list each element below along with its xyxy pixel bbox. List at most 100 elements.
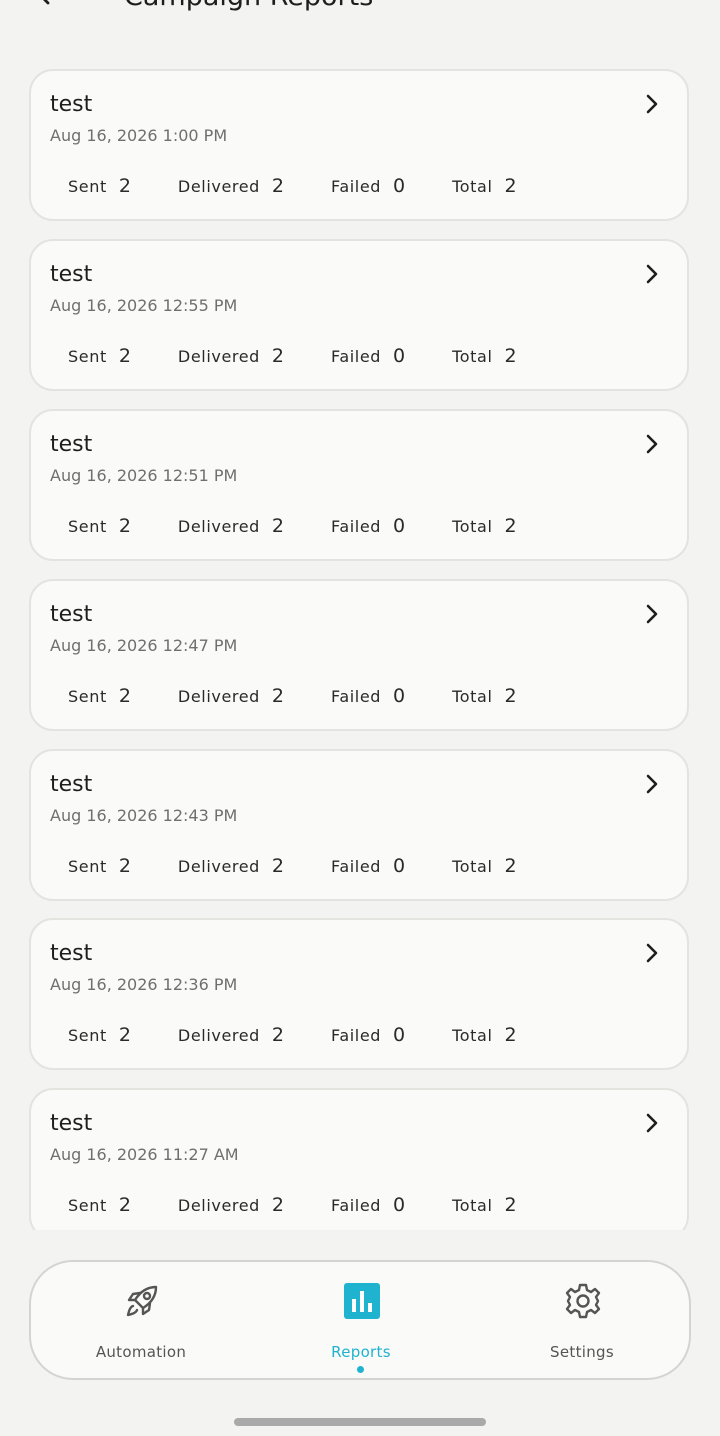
stat-label: Sent — [68, 1025, 107, 1045]
stat-label: Failed — [331, 1195, 382, 1215]
stat-label: Failed — [331, 176, 382, 196]
chevron-right-icon — [646, 1113, 658, 1133]
stat-failed: Failed 0 — [331, 515, 405, 537]
stat-label: Delivered — [177, 346, 260, 366]
stat-value: 2 — [504, 685, 517, 707]
stat-sent: Sent 2 — [68, 175, 131, 197]
stat-sent: Sent 2 — [68, 1024, 131, 1046]
stat-value: 0 — [393, 1024, 406, 1046]
nav-label: Settings — [550, 1343, 614, 1361]
stat-value: 2 — [118, 345, 131, 367]
report-list[interactable]: test Aug 16, 2026 1:00 PM Sent 2 Delivere… — [0, 0, 720, 1230]
report-card[interactable]: test Aug 16, 2026 12:47 PM Sent 2 Deliver… — [29, 579, 689, 731]
stat-value: 2 — [271, 685, 285, 707]
stat-value: 2 — [504, 1024, 517, 1046]
chevron-right-icon — [646, 604, 658, 624]
nav-label: Reports — [331, 1343, 391, 1361]
stat-value: 2 — [504, 345, 517, 367]
stat-delivered: Delivered 2 — [178, 1024, 284, 1046]
stat-sent: Sent 2 — [68, 515, 131, 537]
stat-label: Sent — [68, 176, 107, 196]
report-date: Aug 16, 2026 12:55 PM — [50, 296, 238, 315]
report-date: Aug 16, 2026 12:43 PM — [50, 806, 238, 825]
stat-sent: Sent 2 — [68, 1194, 131, 1216]
stat-delivered: Delivered 2 — [178, 515, 284, 537]
stat-value: 0 — [393, 175, 406, 197]
chevron-right-icon — [646, 264, 658, 284]
report-title: test — [50, 941, 93, 966]
report-card[interactable]: test Aug 16, 2026 12:36 PM Sent 2 Deliver… — [29, 918, 689, 1070]
stat-value: 2 — [118, 175, 131, 197]
active-indicator-dot — [357, 1366, 364, 1373]
stat-label: Delivered — [177, 1025, 260, 1045]
stat-total: Total 2 — [452, 1194, 516, 1216]
stat-value: 2 — [118, 685, 131, 707]
report-date: Aug 16, 2026 12:36 PM — [50, 975, 238, 994]
nav-label: Automation — [95, 1343, 187, 1361]
stat-value: 2 — [504, 855, 517, 877]
report-date: Aug 16, 2026 12:51 PM — [50, 466, 238, 485]
stat-value: 2 — [504, 515, 517, 537]
stat-label: Sent — [68, 516, 107, 536]
report-card[interactable]: test Aug 16, 2026 12:43 PM Sent 2 Deliver… — [29, 749, 689, 901]
nav-item-automation[interactable]: Automation — [31, 1262, 251, 1378]
stat-sent: Sent 2 — [68, 685, 131, 707]
stat-value: 2 — [271, 175, 285, 197]
stat-value: 2 — [271, 1194, 285, 1216]
report-card[interactable]: test Aug 16, 2026 11:27 AM Sent 2 Deliver… — [29, 1088, 689, 1230]
report-date: Aug 16, 2026 11:27 AM — [50, 1145, 239, 1164]
stat-failed: Failed 0 — [331, 1194, 405, 1216]
stat-value: 0 — [393, 855, 406, 877]
report-title: test — [50, 602, 93, 627]
stat-label: Delivered — [177, 686, 260, 706]
report-title: test — [50, 772, 93, 797]
nav-item-settings[interactable]: Settings — [472, 1262, 692, 1378]
stat-label: Failed — [331, 346, 382, 366]
stat-label: Total — [452, 516, 493, 536]
chevron-right-icon — [646, 94, 658, 114]
stat-failed: Failed 0 — [331, 855, 405, 877]
stat-label: Total — [452, 176, 493, 196]
report-stats: Sent 2 Delivered 2 Failed 0 Total 2 — [68, 514, 564, 538]
stat-sent: Sent 2 — [68, 345, 131, 367]
stat-value: 2 — [118, 1024, 131, 1046]
stat-label: Delivered — [177, 516, 260, 536]
report-card[interactable]: test Aug 16, 2026 1:00 PM Sent 2 Delivere… — [29, 69, 689, 221]
stat-label: Sent — [68, 856, 107, 876]
stat-total: Total 2 — [452, 175, 516, 197]
chevron-right-icon — [646, 434, 658, 454]
stat-value: 0 — [393, 345, 406, 367]
stat-label: Total — [452, 686, 493, 706]
nav-item-reports[interactable]: Reports — [251, 1262, 471, 1378]
chevron-right-icon — [646, 943, 658, 963]
stat-label: Delivered — [177, 856, 260, 876]
home-indicator[interactable] — [234, 1418, 486, 1426]
stat-value: 2 — [271, 855, 285, 877]
stat-delivered: Delivered 2 — [178, 1194, 284, 1216]
report-stats: Sent 2 Delivered 2 Failed 0 Total 2 — [68, 344, 564, 368]
report-date: Aug 16, 2026 1:00 PM — [50, 126, 228, 145]
chevron-right-icon — [646, 774, 658, 794]
stat-label: Sent — [68, 1195, 107, 1215]
stat-value: 0 — [393, 515, 406, 537]
report-stats: Sent 2 Delivered 2 Failed 0 Total 2 — [68, 854, 564, 878]
app-header: Campaign Reports — [0, 0, 720, 22]
gear-icon — [565, 1283, 601, 1319]
campaign-reports-screen: test Aug 16, 2026 1:00 PM Sent 2 Delivere… — [0, 0, 720, 1436]
stat-failed: Failed 0 — [331, 685, 405, 707]
bar-chart-icon — [344, 1283, 380, 1319]
stat-label: Failed — [331, 686, 382, 706]
stat-value: 2 — [271, 515, 285, 537]
report-card[interactable]: test Aug 16, 2026 12:51 PM Sent 2 Deliver… — [29, 409, 689, 561]
stat-label: Failed — [331, 856, 382, 876]
stat-value: 2 — [504, 1194, 517, 1216]
stat-failed: Failed 0 — [331, 1024, 405, 1046]
report-title: test — [50, 1111, 93, 1136]
stat-label: Total — [452, 1195, 493, 1215]
back-arrow-icon[interactable] — [34, 0, 56, 6]
stat-label: Sent — [68, 346, 107, 366]
stat-label: Sent — [68, 686, 107, 706]
report-stats: Sent 2 Delivered 2 Failed 0 Total 2 — [68, 174, 564, 198]
rocket-icon — [126, 1285, 158, 1317]
report-card[interactable]: test Aug 16, 2026 12:55 PM Sent 2 Deliver… — [29, 239, 689, 391]
